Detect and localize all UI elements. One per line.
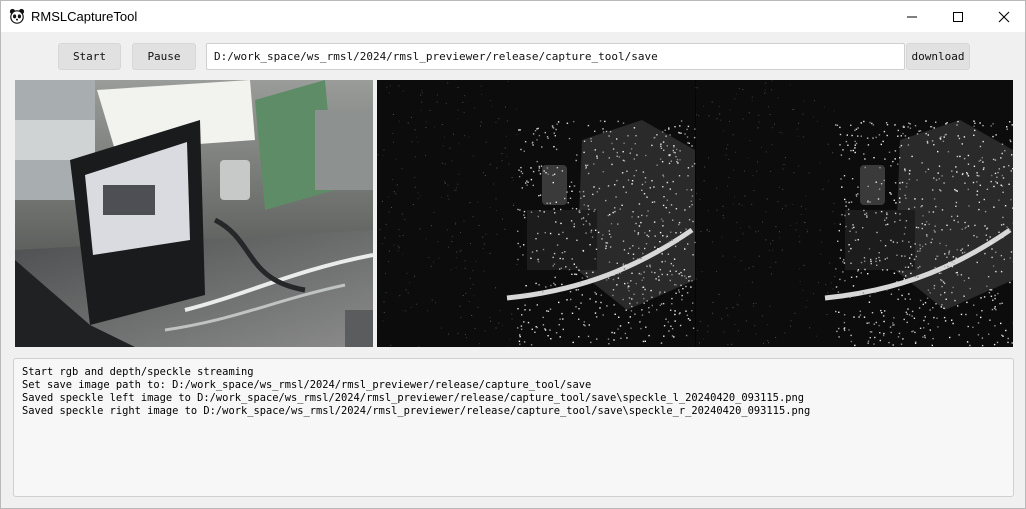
log-line: Set save image path to: D:/work_space/ws… bbox=[22, 379, 592, 391]
maximize-icon[interactable] bbox=[935, 1, 981, 32]
rgb-preview bbox=[15, 80, 373, 347]
pause-button[interactable]: Pause bbox=[132, 43, 196, 70]
log-line: Start rgb and depth/speckle streaming bbox=[22, 366, 254, 378]
start-button[interactable]: Start bbox=[58, 43, 121, 70]
log-line: Saved speckle left image to D:/work_spac… bbox=[22, 392, 804, 404]
save-path-input[interactable]: D:/work_space/ws_rmsl/2024/rmsl_previewe… bbox=[206, 43, 905, 70]
window-title: RMSLCaptureTool bbox=[31, 9, 138, 24]
minimize-icon[interactable] bbox=[889, 1, 935, 32]
close-icon[interactable] bbox=[981, 1, 1026, 32]
download-button[interactable]: download bbox=[906, 43, 970, 70]
panda-icon bbox=[9, 8, 25, 24]
speckle-preview bbox=[377, 80, 1013, 347]
app-window: RMSLCaptureTool Start Pause D:/work_spac… bbox=[0, 0, 1026, 509]
title-bar[interactable]: RMSLCaptureTool bbox=[1, 1, 1025, 32]
log-output[interactable]: Start rgb and depth/speckle streaming Se… bbox=[13, 358, 1014, 497]
log-line: Saved speckle right image to D:/work_spa… bbox=[22, 405, 811, 417]
